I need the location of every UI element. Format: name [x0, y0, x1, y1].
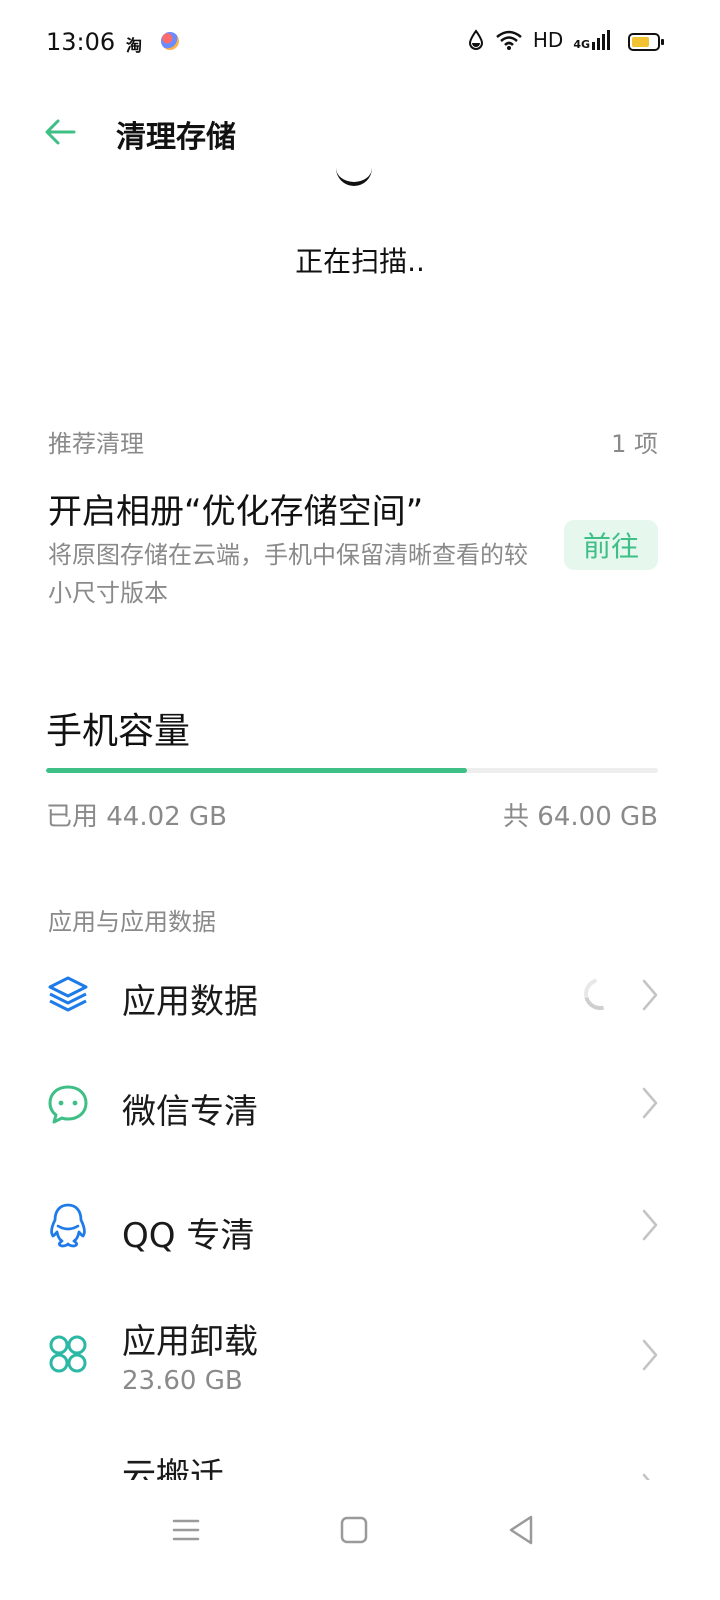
square-icon [340, 1516, 368, 1544]
list-item-wechat-clean[interactable]: 微信专清 [0, 1048, 720, 1160]
app-header: 清理存储 [0, 100, 720, 164]
capacity-total-label: 共 64.00 GB [503, 802, 658, 832]
list-item-app-data[interactable]: 应用数据 [0, 940, 720, 1048]
list-item-label: 云搬迁 [122, 1456, 224, 1480]
chevron-right-icon [642, 1473, 650, 1480]
status-indicators: HD 4G [467, 28, 610, 52]
scan-progress-icon [336, 160, 372, 186]
home-nav-button[interactable] [334, 1510, 374, 1550]
recommend-card-description: 将原图存储在云端，手机中保留清晰查看的较小尺寸版本 [48, 541, 528, 607]
capacity-used-label: 已用 44.02 GB [46, 802, 227, 832]
cloud-icon [46, 1472, 90, 1480]
list-item-label: 微信专清 [122, 1092, 258, 1132]
chevron-right-icon [642, 1209, 658, 1241]
loading-spinner-icon [578, 972, 622, 1016]
drop-icon [468, 29, 483, 50]
back-button[interactable] [40, 112, 80, 152]
chevron-right-icon [642, 1339, 658, 1371]
capacity-progress-bar [46, 768, 658, 773]
list-item-cloud-migration[interactable]: 云搬迁 [0, 1424, 720, 1480]
chevron-right-icon [642, 979, 658, 1011]
wifi-icon [496, 30, 522, 50]
capacity-title: 手机容量 [46, 711, 191, 752]
layers-icon [46, 972, 90, 1016]
qq-penguin-icon [46, 1202, 90, 1248]
hd-indicator: HD [532, 28, 564, 52]
hamburger-icon [172, 1519, 200, 1541]
battery-icon [628, 33, 664, 51]
system-nav-bar [0, 1484, 720, 1600]
chat-bubble-icon [46, 1082, 90, 1126]
triangle-back-icon [509, 1515, 533, 1545]
list-item-label: 应用卸载 [122, 1322, 258, 1362]
apps-list: 应用数据 微信专清 QQ 专清 应用卸载 23.60 GB 云搬迁 [0, 940, 720, 1480]
list-item-label: QQ 专清 [122, 1216, 255, 1256]
apps-section-label: 应用与应用数据 [48, 908, 216, 936]
scan-status-text: 正在扫描.. [295, 245, 425, 278]
app-grid-icon [46, 1332, 90, 1376]
arrow-left-icon [45, 119, 76, 145]
app-notification-icon [161, 32, 179, 50]
chevron-right-icon [642, 1087, 658, 1119]
signal-icon: 4G [573, 30, 610, 50]
list-item-qq-clean[interactable]: QQ 专清 [0, 1160, 720, 1286]
list-item-size: 23.60 GB [122, 1366, 243, 1396]
status-time: 13:06 [46, 28, 116, 56]
status-bar: 13:06 淘 HD 4G [0, 0, 720, 86]
recommend-count: 1 项 [611, 430, 658, 458]
network-type-label: 4G [573, 38, 590, 51]
taobao-notification-icon: 淘 [126, 36, 143, 55]
recommend-card-title: 开启相册“优化存储空间” [48, 492, 424, 532]
list-item-label: 应用数据 [122, 982, 258, 1022]
capacity-used-fill [46, 768, 468, 773]
back-nav-button[interactable] [502, 1510, 542, 1550]
list-item-app-uninstall[interactable]: 应用卸载 23.60 GB [0, 1286, 720, 1424]
battery-level [632, 37, 649, 47]
menu-nav-button[interactable] [166, 1510, 206, 1550]
go-button[interactable]: 前往 [564, 520, 658, 570]
page-title: 清理存储 [116, 120, 236, 155]
recommend-section-label: 推荐清理 [48, 430, 144, 458]
